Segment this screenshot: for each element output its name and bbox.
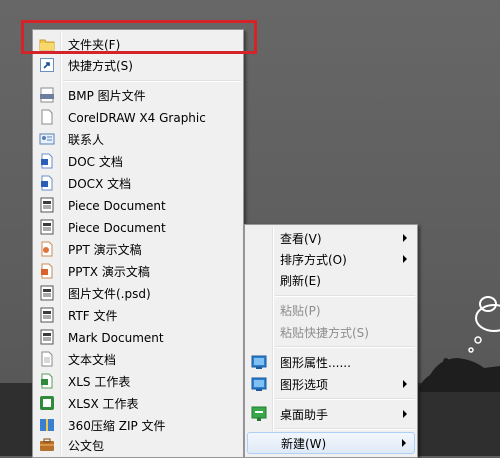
menu-item-bmp[interactable]: BMP 图片文件	[35, 85, 241, 106]
menu-separator	[63, 80, 241, 82]
menu-item-shortcut[interactable]: 快捷方式(S)	[35, 55, 241, 76]
bmp-file-icon	[39, 87, 55, 103]
menu-item-xlsx[interactable]: XLSX 工作表	[35, 393, 241, 414]
menu-item-label: PPT 演示文稿	[68, 243, 142, 257]
menu-item-text-document[interactable]: 文本文档	[35, 349, 241, 370]
rtf-file-icon	[39, 307, 55, 323]
desktop-context-menu: 查看(V) 排序方式(O) 刷新(E) 粘贴(P) 粘贴快捷方式(S) 图形属性…	[244, 224, 418, 458]
new-item-submenu: 文件夹(F) 快捷方式(S) BMP 图片文件 CorelDRAW X4 Gra…	[32, 29, 244, 458]
menu-item-sort-by[interactable]: 排序方式(O)	[247, 249, 415, 270]
doc-file-icon	[39, 153, 55, 169]
menu-item-label: PPTX 演示文稿	[68, 265, 150, 279]
briefcase-icon	[39, 437, 55, 453]
pptx-file-icon	[39, 263, 55, 279]
psd-file-icon	[39, 285, 55, 301]
menu-item-label: 联系人	[68, 133, 105, 147]
menu-item-piece-document[interactable]: Piece Document	[35, 217, 241, 238]
menu-item-label: 图片文件(.psd)	[68, 287, 151, 301]
submenu-arrow-icon	[403, 410, 407, 418]
menu-item-label: 查看(V)	[280, 232, 322, 246]
menu-item-label: Piece Document	[68, 220, 166, 235]
menu-item-label: XLSX 工作表	[68, 397, 139, 411]
menu-item-label: 图形属性......	[280, 356, 351, 370]
menu-item-desktop-assistant[interactable]: 桌面助手	[247, 404, 415, 425]
piece-document-icon	[39, 219, 55, 235]
submenu-arrow-icon	[403, 380, 407, 388]
menu-item-label: 快捷方式(S)	[68, 59, 133, 73]
menu-item-label: Piece Document	[68, 198, 166, 213]
menu-item-refresh[interactable]: 刷新(E)	[247, 270, 415, 291]
menu-item-doc[interactable]: DOC 文档	[35, 151, 241, 172]
menu-item-briefcase[interactable]: 公文包	[35, 435, 241, 456]
xls-file-icon	[39, 373, 55, 389]
blank-file-icon	[39, 109, 55, 125]
graphics-options-icon	[251, 376, 267, 392]
submenu-arrow-icon	[403, 255, 407, 263]
text-file-icon	[39, 351, 55, 367]
menu-separator	[275, 346, 415, 348]
menu-item-label: BMP 图片文件	[68, 89, 146, 103]
menu-item-label: 文本文档	[68, 353, 117, 367]
menu-separator	[275, 295, 415, 297]
menu-item-psd[interactable]: 图片文件(.psd)	[35, 283, 241, 304]
menu-item-xls[interactable]: XLS 工作表	[35, 371, 241, 392]
menu-item-graphics-options[interactable]: 图形选项	[247, 374, 415, 395]
menu-item-zip[interactable]: 360压缩 ZIP 文件	[35, 415, 241, 436]
menu-item-label: Mark Document	[68, 330, 164, 345]
menu-item-paste-shortcut[interactable]: 粘贴快捷方式(S)	[247, 322, 415, 343]
menu-item-coreldraw[interactable]: CorelDRAW X4 Graphic	[35, 107, 241, 128]
annotation-highlight-box	[21, 20, 257, 54]
menu-item-paste[interactable]: 粘贴(P)	[247, 300, 415, 321]
menu-item-rtf[interactable]: RTF 文件	[35, 305, 241, 326]
menu-item-label: RTF 文件	[68, 309, 118, 323]
desktop-assistant-icon	[251, 406, 267, 422]
menu-item-label: 刷新(E)	[280, 274, 321, 288]
submenu-arrow-icon	[402, 439, 406, 447]
menu-item-mark-document[interactable]: Mark Document	[35, 327, 241, 348]
ppt-file-icon	[39, 241, 55, 257]
menu-item-label: 排序方式(O)	[280, 253, 347, 267]
contact-icon	[39, 131, 55, 147]
xlsx-file-icon	[39, 395, 55, 411]
piece-document-icon	[39, 197, 55, 213]
menu-item-graphics-properties[interactable]: 图形属性......	[247, 352, 415, 373]
menu-item-label: 360压缩 ZIP 文件	[68, 419, 166, 433]
menu-item-label: DOC 文档	[68, 155, 123, 169]
shortcut-icon	[39, 57, 55, 73]
menu-item-label: 粘贴(P)	[280, 304, 321, 318]
menu-item-pptx[interactable]: PPTX 演示文稿	[35, 261, 241, 282]
menu-item-label: 公文包	[68, 439, 105, 453]
menu-item-ppt[interactable]: PPT 演示文稿	[35, 239, 241, 260]
menu-item-label: 桌面助手	[280, 408, 329, 422]
menu-item-new[interactable]: 新建(W)	[247, 432, 415, 454]
menu-item-piece-document[interactable]: Piece Document	[35, 195, 241, 216]
menu-separator	[275, 428, 415, 430]
menu-item-label: 新建(W)	[281, 436, 327, 451]
menu-item-docx[interactable]: DOCX 文档	[35, 173, 241, 194]
menu-item-view[interactable]: 查看(V)	[247, 228, 415, 249]
menu-item-label: 图形选项	[280, 378, 329, 392]
menu-item-label: DOCX 文档	[68, 177, 132, 191]
menu-item-label: CorelDRAW X4 Graphic	[68, 110, 206, 125]
mark-document-icon	[39, 329, 55, 345]
menu-item-label: 粘贴快捷方式(S)	[280, 326, 369, 340]
menu-item-contact[interactable]: 联系人	[35, 129, 241, 150]
graphics-properties-icon	[251, 354, 267, 370]
zip-file-icon	[39, 417, 55, 433]
docx-file-icon	[39, 175, 55, 191]
menu-separator	[275, 398, 415, 400]
submenu-arrow-icon	[403, 234, 407, 242]
menu-item-label: XLS 工作表	[68, 375, 131, 389]
